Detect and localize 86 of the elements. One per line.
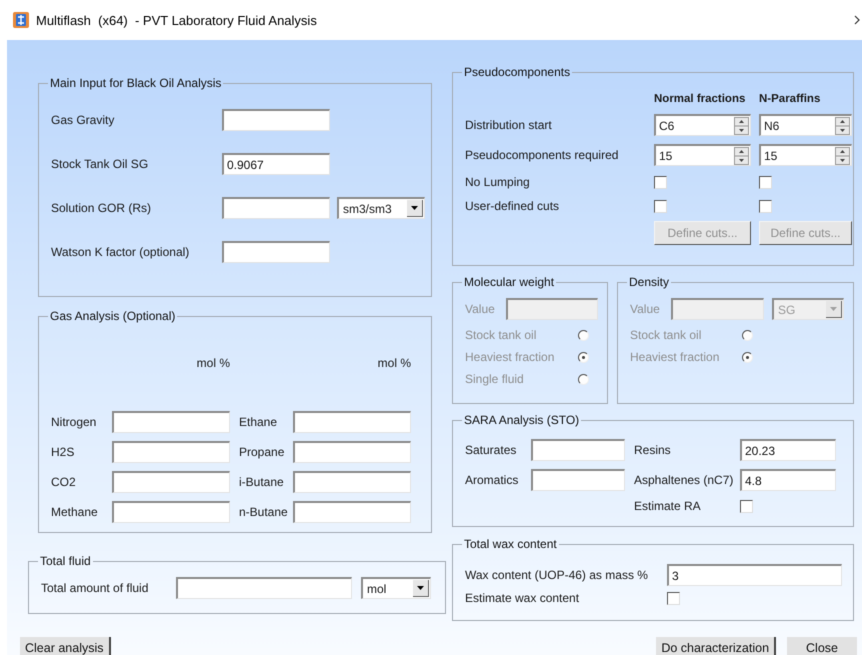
characterization-button[interactable]: Do characterization [656, 637, 776, 655]
chevron-icon [854, 15, 860, 25]
dropdown-arrow-icon [417, 586, 424, 590]
input-field[interactable]: 20.23 [740, 439, 836, 461]
field-label: Wax content (UOP-46) as mass % [465, 568, 649, 582]
column-header: N-Paraffins [759, 93, 822, 105]
column-header: mol % [378, 356, 411, 370]
input-field[interactable] [112, 411, 230, 433]
input-field[interactable] [293, 471, 411, 493]
clear-analysis-button[interactable]: Clear analysis [20, 637, 111, 655]
input-field[interactable]: 3 [667, 564, 842, 586]
dropdown-arrow-icon [830, 307, 837, 311]
field-label: Saturates [465, 443, 518, 457]
input-field[interactable] [293, 501, 411, 523]
field-label: Nitrogen [51, 415, 98, 429]
group-title: Pseudocomponents [463, 65, 572, 79]
window-title: Multiflash (x64) - PVT Laboratory Fluid Analysis [36, 12, 317, 28]
spinner-arrows-icon [734, 116, 749, 134]
input-field[interactable] [293, 441, 411, 463]
dropdown-arrow-icon [411, 206, 418, 210]
field-label: i-Butane [238, 475, 285, 489]
field-label: Distribution start [465, 118, 553, 132]
field-label: Gas Gravity [51, 113, 116, 127]
field-label: Ethane [238, 415, 278, 429]
checkbox[interactable] [654, 176, 667, 188]
field-label: H2S [51, 445, 76, 459]
group-title: Total fluid [39, 554, 92, 568]
field-label: Asphaltenes (nC7) [633, 473, 734, 487]
close-button[interactable]: Close [787, 637, 857, 655]
input-field[interactable] [222, 109, 330, 131]
field-label: Propane [238, 445, 286, 459]
input-field[interactable]: 0.9067 [222, 153, 330, 175]
input-field[interactable] [222, 197, 330, 219]
checkbox[interactable] [667, 592, 680, 604]
spin-field[interactable]: N6 [759, 114, 852, 136]
input-field[interactable] [112, 471, 230, 493]
field-label: Estimate RA [633, 499, 702, 513]
checkbox[interactable] [759, 176, 772, 188]
group-title: Total wax content [463, 537, 558, 551]
input-field[interactable] [222, 241, 330, 263]
checkbox[interactable] [759, 200, 772, 212]
field-label: Stock tank oil [630, 328, 702, 342]
field-label: Heaviest fraction [630, 350, 720, 364]
group-title: Density [628, 275, 670, 289]
field-label: Methane [51, 505, 99, 519]
field-label: Total amount of fluid [41, 581, 150, 595]
field-label: Pseudocomponents required [465, 148, 620, 162]
input-field[interactable] [176, 577, 352, 599]
checkbox[interactable] [740, 500, 753, 512]
field-label: Estimate wax content [465, 591, 580, 605]
column-header: Normal fractions [654, 93, 746, 105]
spinner-arrows-icon [835, 146, 850, 164]
field-label: Heaviest fraction [465, 350, 556, 364]
input-field[interactable] [112, 501, 230, 523]
field-label: Value [630, 302, 661, 316]
spin-field[interactable]: 15 [654, 144, 751, 166]
input-field[interactable] [531, 469, 625, 491]
input-field[interactable] [112, 441, 230, 463]
field-label: Watson K factor (optional) [51, 245, 190, 259]
group-title: Gas Analysis (Optional) [49, 309, 176, 323]
group-title: Main Input for Black Oil Analysis [49, 76, 222, 90]
field-label: Stock tank oil [465, 328, 538, 342]
field-label: User-defined cuts [465, 199, 560, 213]
input-field[interactable]: 4.8 [740, 469, 836, 491]
field-label: Stock Tank Oil SG [51, 157, 150, 171]
spinner-arrows-icon [734, 146, 749, 164]
field-label: Single fluid [465, 372, 525, 386]
app-icon [12, 11, 30, 29]
column-header: mol % [196, 356, 230, 370]
spin-field[interactable]: C6 [654, 114, 751, 136]
group-title: SARA Analysis (STO) [463, 413, 580, 427]
input-field[interactable] [531, 439, 625, 461]
field-label: Value [465, 302, 496, 316]
group-title: Molecular weight [463, 275, 556, 289]
field-label: n-Butane [238, 505, 289, 519]
unit-dropdown[interactable]: sm3/sm3 [337, 197, 425, 219]
input-field[interactable] [293, 411, 411, 433]
unit-dropdown[interactable]: mol [361, 577, 431, 599]
spinner-arrows-icon [835, 116, 850, 134]
field-label: Aromatics [465, 473, 520, 487]
spin-field[interactable]: 15 [759, 144, 852, 166]
field-label: Resins [633, 443, 672, 457]
field-label: No Lumping [465, 175, 531, 189]
checkbox[interactable] [654, 200, 667, 212]
field-label: Solution GOR (Rs) [51, 201, 152, 215]
field-label: CO2 [51, 475, 77, 489]
